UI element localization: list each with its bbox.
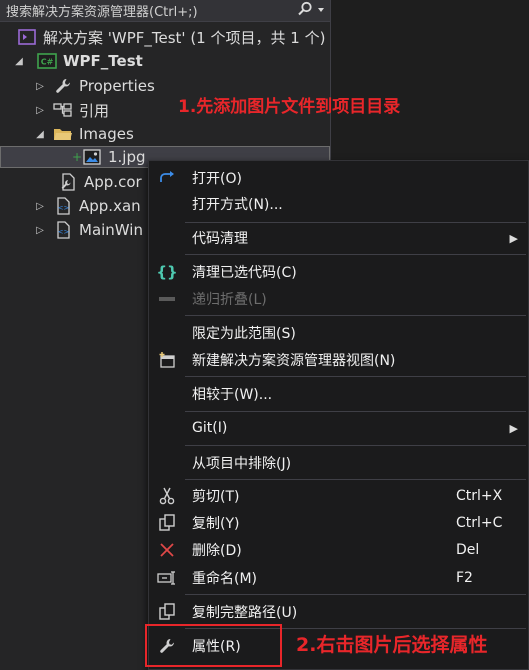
menu-item-open-with[interactable]: 打开方式(N)... [149, 191, 528, 217]
collapsed-arrow-icon[interactable]: ▷ [33, 225, 47, 236]
tree-project-node[interactable]: ◢ C# WPF_Test [12, 49, 143, 73]
tree-item-images-folder[interactable]: ◢ Images [33, 122, 134, 146]
tree-label-main-window: MainWin [79, 221, 143, 239]
menu-separator [185, 594, 526, 595]
tree-label-app-xaml: App.xan [79, 197, 141, 215]
expanded-arrow-icon[interactable]: ◢ [33, 129, 47, 140]
annotation-highlight-box [145, 624, 282, 667]
menu-item-copy-full-path[interactable]: 复制完整路径(U) [149, 599, 528, 625]
annotation-step1: 1.先添加图片文件到项目目录 [178, 97, 401, 117]
menu-item-copy[interactable]: 复制(Y) Ctrl+C [149, 510, 528, 536]
tree-item-main-window[interactable]: ▷ <> MainWin [33, 218, 143, 242]
xaml-file-icon: <> [52, 221, 74, 239]
scissors-icon [155, 484, 179, 508]
solution-label: 解决方案 'WPF_Test' (1 个项目，共 1 个) [43, 28, 326, 47]
chevron-down-icon [316, 4, 326, 19]
svg-text:<>: <> [58, 204, 70, 212]
expanded-arrow-icon[interactable]: ◢ [12, 56, 26, 67]
menu-item-scope-to-this[interactable]: 限定为此范围(S) [149, 320, 528, 346]
shortcut-rename: F2 [456, 570, 473, 586]
collapsed-arrow-icon[interactable]: ▷ [33, 105, 47, 116]
copy-path-icon [155, 600, 179, 624]
editor-area [331, 0, 529, 160]
tree-solution-node[interactable]: 解决方案 'WPF_Test' (1 个项目，共 1 个) [16, 25, 325, 49]
menu-item-recursive-collapse[interactable]: 递归折叠(L) [149, 286, 528, 312]
menu-separator [185, 411, 526, 412]
menu-item-compare-with[interactable]: 相较于(W)... [149, 381, 528, 407]
menu-item-exclude[interactable]: 从项目中排除(J) [149, 450, 528, 476]
tree-label-image-file: 1.jpg [108, 148, 146, 166]
tree-label-app-config: App.cor [84, 173, 142, 191]
svg-text:<>: <> [58, 228, 70, 236]
context-menu: 打开(O) 打开方式(N)... 代码清理 ▶ {} 清理已选代码(C) 递归折… [148, 160, 529, 670]
open-arrow-icon [155, 166, 179, 190]
wrench-icon [52, 77, 74, 95]
menu-item-code-cleanup[interactable]: 代码清理 ▶ [149, 225, 528, 251]
delete-x-icon [155, 538, 179, 562]
new-view-icon [155, 348, 179, 372]
shortcut-cut: Ctrl+X [456, 488, 503, 504]
shortcut-delete: Del [456, 542, 480, 558]
rename-icon [155, 566, 179, 590]
menu-item-open[interactable]: 打开(O) [149, 165, 528, 191]
tree-item-image-file[interactable]: + 1.jpg [72, 145, 146, 169]
references-icon [52, 101, 74, 119]
annotation-step2: 2.右击图片后选择属性 [296, 634, 488, 656]
search-placeholder: 搜索解决方案资源管理器(Ctrl+;) [6, 5, 198, 20]
shortcut-copy: Ctrl+C [456, 515, 503, 531]
tree-item-properties[interactable]: ▷ Properties [33, 74, 155, 98]
xaml-file-icon: <> [52, 197, 74, 215]
folder-open-icon [52, 125, 74, 143]
search-icon [297, 1, 313, 21]
menu-separator [185, 315, 526, 316]
braces-icon: {} [156, 263, 178, 281]
menu-separator [185, 479, 526, 480]
tree-item-app-xaml[interactable]: ▷ <> App.xan [33, 194, 141, 218]
menu-item-new-view[interactable]: 新建解决方案资源管理器视图(N) [149, 347, 528, 373]
menu-item-rename[interactable]: 重命名(M) F2 [149, 565, 528, 591]
csharp-project-icon: C# [36, 52, 58, 70]
config-file-icon [57, 173, 79, 191]
svg-text:C#: C# [41, 58, 54, 67]
collapsed-arrow-icon[interactable]: ▷ [33, 81, 47, 92]
submenu-arrow-icon: ▶ [509, 421, 518, 435]
tree-label-references: 引用 [79, 101, 110, 120]
tree-item-app-config[interactable]: App.cor [57, 170, 142, 194]
menu-item-clean-selected[interactable]: {} 清理已选代码(C) [149, 259, 528, 285]
image-file-icon [82, 148, 102, 166]
menu-separator [185, 222, 526, 223]
solution-icon [16, 28, 38, 46]
collapsed-arrow-icon[interactable]: ▷ [33, 201, 47, 212]
search-input[interactable]: 搜索解决方案资源管理器(Ctrl+;) [0, 0, 330, 22]
tree-label-images: Images [79, 125, 134, 143]
submenu-arrow-icon: ▶ [509, 231, 518, 245]
menu-separator [185, 254, 526, 255]
menu-separator [185, 376, 526, 377]
project-label: WPF_Test [63, 52, 143, 70]
copy-icon [155, 511, 179, 535]
tree-label-properties: Properties [79, 77, 155, 95]
menu-separator [185, 445, 526, 446]
collapse-icon [155, 287, 179, 311]
menu-item-git[interactable]: Git(I) ▶ [149, 415, 528, 441]
tree-item-references[interactable]: ▷ 引用 [33, 98, 109, 122]
menu-item-cut[interactable]: 剪切(T) Ctrl+X [149, 483, 528, 509]
git-added-icon: + [72, 150, 83, 164]
search-options[interactable] [297, 1, 326, 21]
menu-item-delete[interactable]: 删除(D) Del [149, 537, 528, 563]
